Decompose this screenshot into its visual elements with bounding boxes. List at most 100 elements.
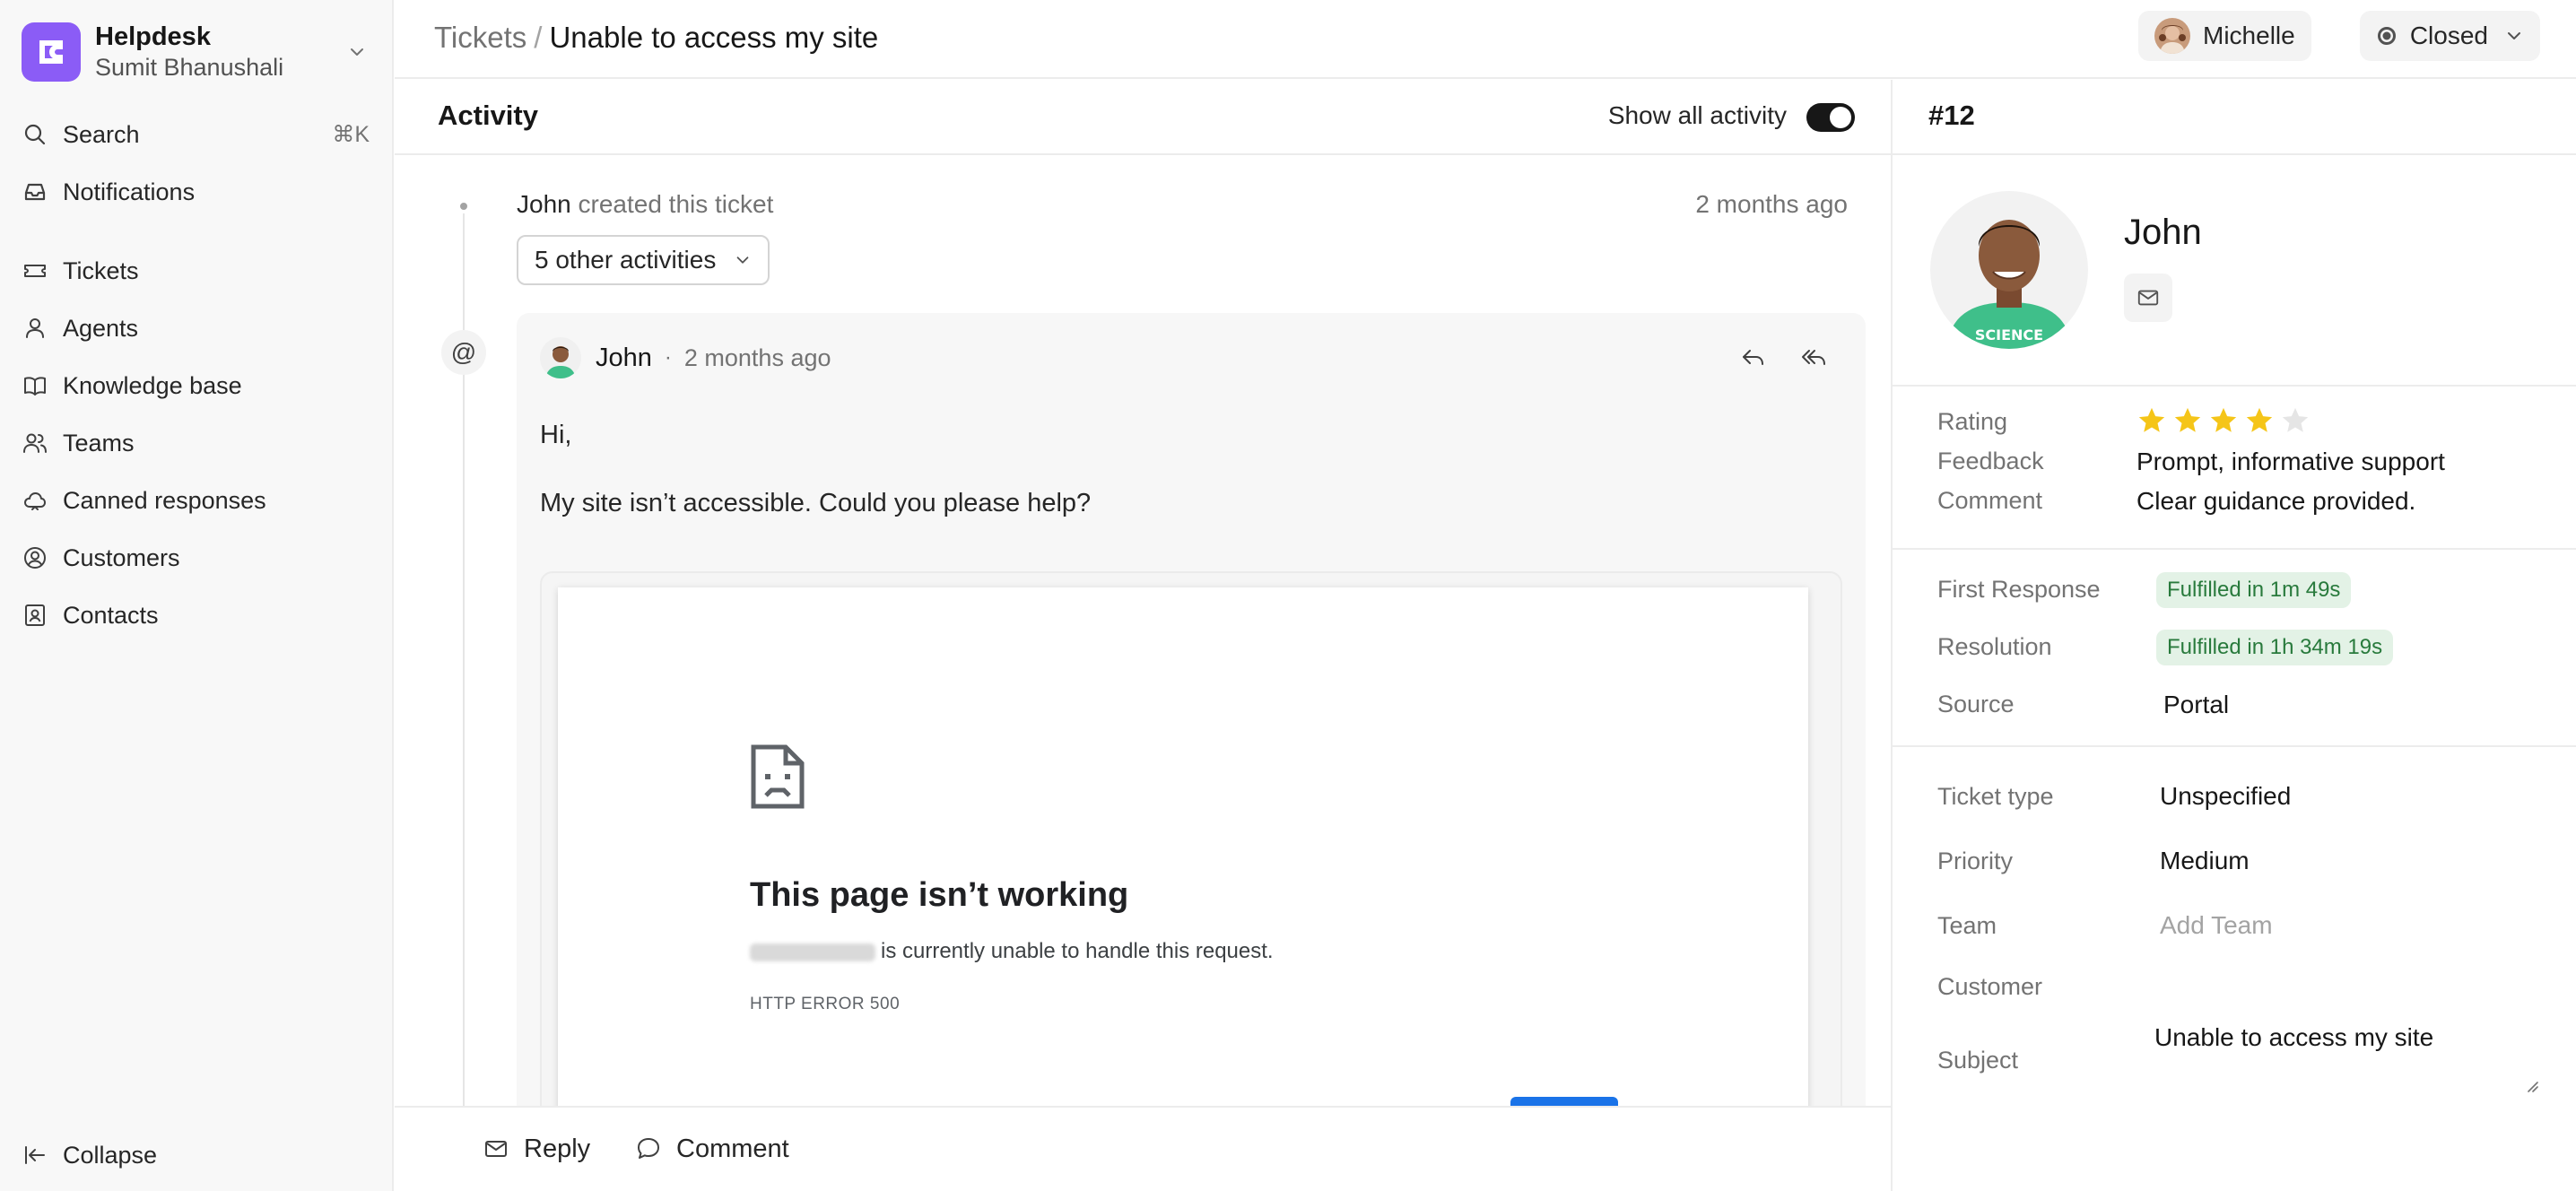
activity-panel: Activity Show all activity John created … bbox=[395, 80, 1891, 1191]
source-value: Portal bbox=[2163, 691, 2230, 718]
status-dropdown[interactable]: Closed bbox=[2359, 11, 2540, 61]
sidebar-item-contacts[interactable]: Contacts bbox=[20, 592, 375, 639]
other-activities-dropdown[interactable]: 5 other activities bbox=[517, 235, 770, 285]
reply-all-icon[interactable] bbox=[1792, 335, 1837, 379]
priority-label: Priority bbox=[1937, 848, 2014, 874]
brand-name: Helpdesk bbox=[95, 22, 211, 51]
search-icon bbox=[20, 119, 50, 150]
sidebar-item-notifications[interactable]: Notifications bbox=[20, 169, 375, 215]
sidebar-item-label: Tickets bbox=[63, 256, 139, 284]
breadcrumb-tickets-link[interactable]: Tickets bbox=[434, 21, 527, 54]
error-title: This page isn’t working bbox=[750, 876, 1129, 914]
toggle-knob bbox=[1830, 107, 1851, 128]
created-by: John bbox=[517, 190, 571, 218]
sidebar-item-label: Search bbox=[63, 120, 140, 148]
ticket-type-select[interactable]: Unspecified bbox=[2160, 782, 2291, 811]
resize-handle-icon[interactable] bbox=[2524, 1078, 2538, 1097]
contact-name: John bbox=[2124, 213, 2202, 252]
status-label: Closed bbox=[2409, 22, 2488, 49]
timeline-dot bbox=[457, 199, 471, 213]
contact-icon bbox=[20, 600, 50, 630]
ticket-type-label: Ticket type bbox=[1937, 783, 2054, 810]
comment-button[interactable]: Comment bbox=[633, 1129, 789, 1169]
breadcrumb: Tickets / Unable to access my site bbox=[434, 20, 878, 56]
sidebar-item-label: Agents bbox=[63, 314, 139, 342]
helpdesk-logo-icon bbox=[22, 22, 81, 82]
sidebar-item-label: Customers bbox=[63, 543, 180, 571]
star-filled-icon bbox=[2174, 407, 2201, 432]
subject-value: Unable to access my site bbox=[2154, 1023, 2434, 1051]
divider bbox=[1893, 745, 2576, 747]
sidebar-item-teams[interactable]: Teams bbox=[20, 420, 375, 466]
contact-email-button[interactable] bbox=[2124, 274, 2172, 322]
assignee-button[interactable]: Michelle bbox=[2138, 11, 2311, 61]
ticket-created-entry: John created this ticket bbox=[517, 190, 773, 219]
source-label: Source bbox=[1937, 691, 2015, 717]
ticket-icon bbox=[20, 256, 50, 286]
assignee-avatar bbox=[2154, 18, 2190, 54]
subject-label: Subject bbox=[1937, 1047, 2019, 1074]
sidebar-item-search[interactable]: Search ⌘K bbox=[20, 111, 375, 158]
divider bbox=[1893, 385, 2576, 387]
resolution-label: Resolution bbox=[1937, 633, 2052, 660]
customer-label: Customer bbox=[1937, 973, 2043, 1000]
mail-icon bbox=[481, 1134, 511, 1164]
priority-select[interactable]: Medium bbox=[2160, 847, 2250, 875]
sidebar-item-label: Notifications bbox=[63, 178, 196, 205]
subject-textarea[interactable]: Unable to access my site bbox=[2142, 1018, 2538, 1097]
mail-icon bbox=[2137, 286, 2160, 309]
rating-label: Rating bbox=[1937, 408, 2008, 435]
sidebar-item-agents[interactable]: Agents bbox=[20, 305, 375, 352]
reply-label: Reply bbox=[524, 1134, 591, 1163]
cloud-icon bbox=[20, 485, 50, 516]
sidebar-item-label: Knowledge base bbox=[63, 371, 242, 399]
breadcrumb-separator: / bbox=[534, 21, 543, 54]
blurred-domain bbox=[750, 943, 875, 961]
email-greeting: Hi, bbox=[540, 421, 572, 449]
customer-icon bbox=[20, 543, 50, 573]
star-filled-icon bbox=[2246, 407, 2273, 432]
collapse-sidebar-button[interactable]: Collapse bbox=[20, 1132, 375, 1178]
workspace-switcher[interactable]: Helpdesk Sumit Bhanushali bbox=[22, 20, 373, 84]
collapse-icon bbox=[20, 1140, 50, 1170]
ticket-details-panel: #12 SCIENCE John Rating Feedback Prompt,… bbox=[1891, 80, 2576, 1191]
composer-bar: Reply Comment bbox=[395, 1106, 1891, 1191]
reply-icon[interactable] bbox=[1731, 335, 1776, 379]
email-author: John bbox=[596, 343, 652, 372]
user-icon bbox=[20, 313, 50, 343]
contact-avatar: SCIENCE bbox=[1930, 191, 2088, 349]
activity-header: Activity Show all activity bbox=[395, 80, 1891, 155]
email-header: John · 2 months ago bbox=[540, 336, 831, 379]
show-all-activity-toggle[interactable] bbox=[1806, 103, 1855, 132]
star-empty-icon bbox=[2282, 407, 2309, 432]
comment-value: Clear guidance provided. bbox=[2137, 487, 2416, 515]
assignee-name: Michelle bbox=[2203, 22, 2295, 49]
team-select[interactable]: Add Team bbox=[2160, 911, 2273, 940]
email-message: John · 2 months ago Hi, My site isn’t ac… bbox=[517, 313, 1866, 1191]
comment-label: Comment bbox=[676, 1134, 789, 1163]
created-time: 2 months ago bbox=[1695, 190, 1848, 218]
star-filled-icon bbox=[2138, 407, 2165, 432]
first-response-badge: Fulfilled in 1m 49s bbox=[2156, 572, 2352, 608]
customer-select[interactable] bbox=[2160, 973, 2519, 1005]
sidebar-item-canned-responses[interactable]: Canned responses bbox=[20, 477, 375, 524]
email-attachment-image[interactable]: This page isn’t working is currently una… bbox=[540, 571, 1842, 1191]
error-code: HTTP ERROR 500 bbox=[750, 995, 901, 1013]
reply-button[interactable]: Reply bbox=[481, 1129, 590, 1169]
search-shortcut: ⌘K bbox=[332, 122, 370, 147]
chevron-down-icon bbox=[341, 36, 373, 68]
sidebar-item-knowledge-base[interactable]: Knowledge base bbox=[20, 362, 375, 409]
email-time: 2 months ago bbox=[683, 343, 831, 371]
feedback-label: Feedback bbox=[1937, 448, 2044, 474]
breadcrumb-current: Unable to access my site bbox=[549, 21, 879, 54]
book-icon bbox=[20, 370, 50, 401]
error-page-screenshot: This page isn’t working is currently una… bbox=[558, 587, 1808, 1191]
first-response-label: First Response bbox=[1937, 576, 2101, 603]
star-filled-icon bbox=[2210, 407, 2237, 432]
sidebar-item-customers[interactable]: Customers bbox=[20, 535, 375, 581]
email-message-text: My site isn’t accessible. Could you plea… bbox=[540, 489, 1092, 517]
sidebar-item-label: Contacts bbox=[63, 601, 159, 629]
sidebar-item-tickets[interactable]: Tickets bbox=[20, 248, 375, 294]
other-activities-label: 5 other activities bbox=[535, 246, 717, 274]
author-avatar bbox=[540, 337, 581, 378]
